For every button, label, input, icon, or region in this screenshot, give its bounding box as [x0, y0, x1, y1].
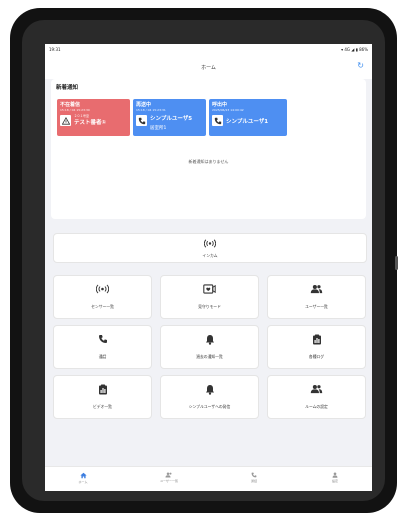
- logs-button[interactable]: 各種ログ: [267, 325, 366, 369]
- log-icon: [268, 334, 365, 345]
- simple-user-call-button[interactable]: シンプルユーザへの発信: [160, 375, 259, 419]
- new-notifications-title: 新着通知: [56, 85, 79, 91]
- tile-label: ルームの設定: [305, 404, 328, 409]
- tile-label: センサー一覧: [91, 304, 114, 309]
- room-settings-icon: [268, 384, 365, 394]
- notification-name: シンプルユーザ5: [150, 116, 193, 122]
- video-list-button[interactable]: ビデオ一覧: [53, 375, 152, 419]
- sensor-list-button[interactable]: センサー一覧: [53, 275, 152, 319]
- bell-icon: [161, 334, 258, 345]
- tile-label: ビデオ一覧: [93, 404, 112, 409]
- past-notifications-button[interactable]: 過去の通知一覧: [160, 325, 259, 369]
- phone-icon: [251, 472, 257, 478]
- users-icon: [268, 284, 365, 294]
- nav-users[interactable]: ユーザー一覧: [149, 472, 189, 483]
- notification-card-missed[interactable]: 不在着信 15:18 / 04 15:23:30 ２０１号室 テスト番者①: [57, 99, 130, 136]
- tile-label: シンプルユーザへの発信: [188, 404, 231, 409]
- page-title: ホーム: [201, 64, 216, 71]
- tile-label: ユーザー一覧: [305, 304, 328, 309]
- notification-time: 15:18 / 04 15:23:30: [60, 108, 90, 112]
- phone-icon: [54, 334, 151, 344]
- broadcast-icon: [54, 239, 366, 248]
- video-log-icon: [54, 384, 151, 395]
- warning-icon: [60, 115, 71, 126]
- notification-card-resending[interactable]: 再送中 15:18 / 04 15:23:31 シンプルユーザ5 居室所1: [133, 99, 206, 136]
- room-settings-button[interactable]: ルームの設定: [267, 375, 366, 419]
- tile-label: 各種ログ: [308, 354, 325, 359]
- tablet-side-button: [395, 256, 398, 270]
- nav-home[interactable]: ホーム: [63, 472, 103, 484]
- intercom-label: インカム: [202, 253, 218, 258]
- status-bar: 19:31 ▾ 4G ◢ ▮ 86%: [45, 44, 372, 55]
- phone-icon: [212, 115, 223, 126]
- status-time: 19:31: [49, 47, 61, 52]
- nav-label: 設定: [331, 479, 338, 483]
- notification-status: 再送中: [136, 102, 152, 108]
- tile-label: 通話: [98, 354, 107, 359]
- users-icon: [165, 472, 172, 478]
- person-icon: [332, 472, 338, 478]
- sensor-icon: [54, 284, 151, 294]
- phone-icon: [136, 115, 147, 126]
- new-notifications-panel: 新着通知 不在着信 15:18 / 04 15:23:30 ２０１号室 テスト番…: [51, 79, 366, 219]
- nav-label: 通話: [250, 479, 257, 483]
- home-icon: [79, 472, 87, 479]
- nav-label: ホーム: [78, 480, 88, 484]
- tile-label: 見守りモード: [198, 304, 221, 309]
- status-icons: ▾ 4G ◢ ▮ 86%: [341, 47, 368, 52]
- nav-call[interactable]: 通話: [234, 472, 274, 483]
- notification-time: 2025/06/23 14:00:42: [212, 108, 244, 112]
- no-notifications-message: 新着通知はありません: [188, 159, 229, 164]
- intercom-button[interactable]: インカム: [53, 233, 367, 263]
- notification-name: シンプルユーザ1: [226, 119, 269, 125]
- nav-settings[interactable]: 設定: [315, 472, 355, 483]
- bell-icon: [161, 384, 258, 395]
- call-button[interactable]: 通話: [53, 325, 152, 369]
- nav-label: ユーザー一覧: [160, 479, 178, 483]
- refresh-icon[interactable]: ↻: [357, 62, 364, 70]
- notification-status: 不在着信: [60, 102, 81, 108]
- monitor-mode-button[interactable]: 見守りモード: [160, 275, 259, 319]
- app-screen: 19:31 ▾ 4G ◢ ▮ 86% ホーム ↻ 新着通知 不在着信 15:18…: [45, 44, 372, 491]
- user-list-button[interactable]: ユーザー一覧: [267, 275, 366, 319]
- notification-status: 呼出中: [212, 102, 228, 108]
- notification-time: 15:18 / 04 15:23:31: [136, 108, 166, 112]
- tile-label: 過去の通知一覧: [196, 354, 223, 359]
- notification-card-calling[interactable]: 呼出中 2025/06/23 14:00:42 シンプルユーザ1: [209, 99, 287, 136]
- bottom-navigation: ホーム ユーザー一覧 通話 設定: [45, 466, 372, 491]
- notification-room: 居室所1: [150, 126, 167, 131]
- app-bar: ホーム ↻: [45, 55, 372, 79]
- monitor-icon: [161, 284, 258, 294]
- notification-name: テスト番者①: [74, 120, 107, 126]
